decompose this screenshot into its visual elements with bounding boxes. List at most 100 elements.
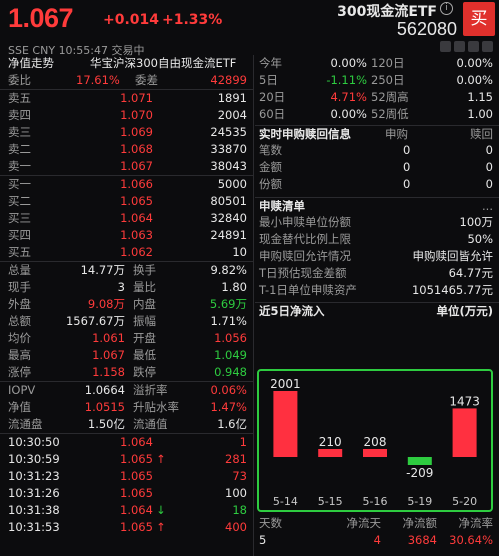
buy-button[interactable]: 买 [463,2,495,36]
rt-redeem-value: 0 [485,160,493,174]
asks-list: 卖五 1.071 1891 卖四 1.070 2004 卖三 1.069 24535 卖二 1.06… [0,89,253,175]
order-volume: 33870 [210,142,247,156]
share-icon[interactable] [454,41,465,52]
tick-arrow-icon: ↑ [156,452,166,466]
tick-row: 10:31:23 1.065 73 [0,468,253,485]
iopv-list: IOPV 1.0664 溢折率 0.06% 净值 1.0515 升贴水率 1.47% 流通盘 1.… [0,381,253,433]
inflow-value-label: 1473 [449,394,480,408]
order-level-row[interactable]: 卖三 1.069 24535 [0,124,253,141]
date-tick-label: 5-16 [363,495,388,508]
list-header-row[interactable]: 申赎清单 ... [255,197,499,214]
perf-row: 60日 0.00% 52周低 1.00 [255,106,499,123]
rt-row: 份额 0 0 [255,176,499,193]
order-level-row[interactable]: 买一 1.066 5000 [0,176,253,193]
fund-code: 562080 [396,19,457,39]
edit-icon[interactable] [440,41,451,52]
flow-summary: 天数 净流天 净流额 净流率 5 4 3684 30.64% [255,515,499,549]
tick-time: 10:31:26 [8,486,60,500]
order-level-row[interactable]: 买五 1.062 10 [0,244,253,261]
quote-header: 1.067 +0.014 +1.33% 300现金流ETF i 562080 买 [0,0,499,40]
tick-row: 10:31:38 1.064 ↓ 18 [0,502,253,519]
order-volume: 10 [232,245,247,259]
order-level-row[interactable]: 买四 1.063 24891 [0,227,253,244]
tick-time: 10:31:38 [8,503,60,517]
order-volume: 32840 [210,211,247,225]
summary-value: 3684 [407,533,437,547]
inflow-bar[interactable] [407,457,432,465]
tick-arrow-icon: ↓ [156,503,166,517]
performance-list: 今年 0.00% 120日 0.00% 5日 -1.11% 250日 0.00% 20日 4.71… [255,55,499,123]
list-value: 100万 [459,215,493,229]
date-tick-label: 5-19 [407,495,432,508]
stat-label: 升贴水率 [133,400,179,414]
order-level-row[interactable]: 买二 1.065 80501 [0,193,253,210]
stat-value: 1.049 [214,348,247,362]
tick-volume: 400 [225,520,247,534]
inflow-value-label: 2001 [270,377,301,391]
settings-icon[interactable] [482,41,493,52]
inflow-value-label: 210 [319,435,342,449]
stat-value: 9.82% [210,263,247,277]
inflow-bar[interactable] [363,449,387,457]
stat-row: 净值 1.0515 升贴水率 1.47% [0,399,253,416]
perf-label: 20日 [259,90,286,104]
order-price: 1.063 [120,228,153,242]
perf-label: 60日 [259,107,286,121]
order-volume: 1891 [217,91,247,105]
tick-volume: 281 [225,452,247,466]
stat-label: 最低 [133,348,156,362]
inflow-bar[interactable] [452,408,477,457]
inflow-value-label: 208 [364,435,387,449]
tick-arrow-icon: ↑ [156,520,166,534]
stat-value: 1.0515 [84,400,125,414]
order-price: 1.066 [120,177,153,191]
tick-row: 10:30:59 1.065 ↑ 281 [0,451,253,468]
stat-value: 1.80 [221,280,247,294]
stat-label: 流通值 [133,417,168,431]
stat-value: 1.158 [92,365,125,379]
list-label: 最小申赎单位份额 [259,215,351,229]
inflow-bar[interactable] [318,449,343,457]
nav-title-row[interactable]: 净值走势 华宝沪深300自由现金流ETF [0,55,253,72]
summary-value: 5 [259,533,267,547]
flow-header-row: 近5日净流入 单位(万元) [255,302,499,319]
stat-label: 换手 [133,263,156,277]
order-volume: 24535 [210,125,247,139]
order-level-row[interactable]: 卖五 1.071 1891 [0,90,253,107]
tick-price: 1.064 [120,435,153,449]
order-volume: 80501 [210,194,247,208]
perf-value: 0.00% [330,56,367,70]
order-level-row[interactable]: 卖一 1.067 38043 [0,158,253,175]
order-price: 1.070 [120,108,153,122]
creation-list: 最小申赎单位份额 100万 现金替代比例上限 50% 申购赎回允许情况 申购赎回皆允许 T日… [255,214,499,299]
tick-price: 1.065 [120,520,153,534]
rt-title: 实时申购赎回信息 [259,127,351,141]
order-price: 1.065 [120,194,153,208]
order-level-row[interactable]: 买三 1.064 32840 [0,210,253,227]
info-icon[interactable]: i [440,2,453,15]
order-level-row[interactable]: 卖二 1.068 33870 [0,141,253,158]
stat-row: 外盘 9.08万 内盘 5.69万 [0,296,253,313]
inflow-bar[interactable] [273,391,298,457]
perf-row: 20日 4.71% 52周高 1.15 [255,89,499,106]
last-price: 1.067 [8,3,74,33]
stat-row: 流通盘 1.50亿 流通值 1.6亿 [0,416,253,433]
fund-name: 300现金流ETF [337,4,437,20]
stat-label: 总额 [8,314,31,328]
order-level-label: 买五 [8,245,31,259]
perf-value: 1.15 [467,90,493,104]
stat-value: 3 [117,280,125,294]
webi-label: 委比 [8,73,31,87]
price-change-pct: +1.33% [162,12,223,28]
more-icon[interactable]: ... [482,198,493,215]
order-level-row[interactable]: 卖四 1.070 2004 [0,107,253,124]
rt-redeem-value: 0 [485,177,493,191]
stat-row: 总量 14.77万 换手 9.82% [0,262,253,279]
stat-label: 量比 [133,280,156,294]
tick-row: 10:30:50 1.064 1 [0,434,253,451]
list-row: T-1日单位申赎资产 1051465.77元 [255,282,499,299]
list-value: 1051465.77元 [411,283,493,297]
expand-icon[interactable] [468,41,479,52]
tick-volume: 73 [232,469,247,483]
weicha-label: 委差 [135,73,158,87]
